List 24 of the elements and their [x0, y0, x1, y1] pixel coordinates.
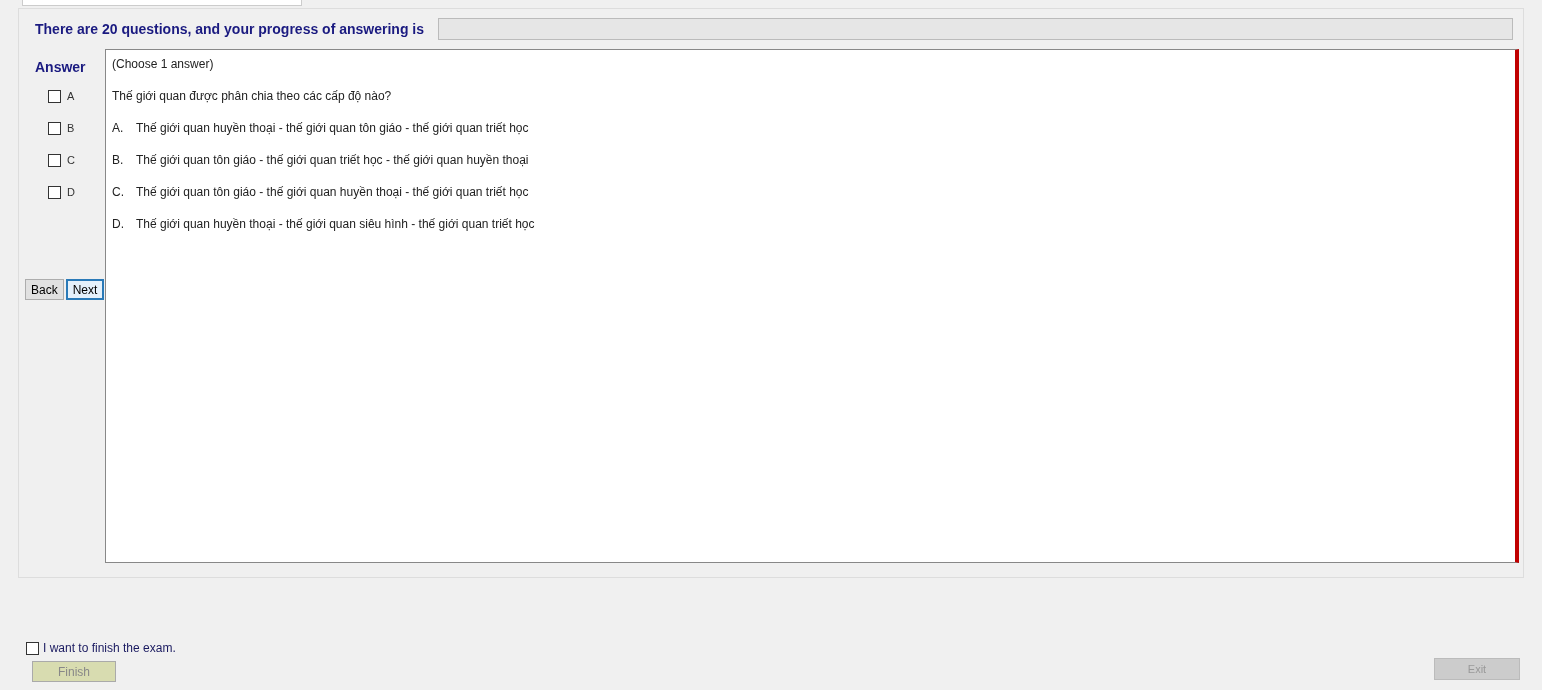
choice-letter: D. [112, 216, 125, 233]
finish-checkbox-label: I want to finish the exam. [43, 640, 176, 657]
choice-text: Thế giới quan huyền thoại - thế giới quan tôn giáo - thế giới quan triết học [136, 120, 529, 137]
next-button[interactable]: Next [65, 279, 105, 300]
checkbox[interactable] [48, 186, 61, 199]
checkbox[interactable] [26, 641, 39, 655]
instruction-text: (Choose 1 answer) [112, 56, 215, 73]
checkbox[interactable] [48, 90, 61, 103]
progress-label: There are 20 questions, and your progress of answering is [35, 19, 424, 39]
option-label: A [67, 89, 75, 105]
choice-text: Thế giới quan tôn giáo - thế giới quan triết học - thế giới quan huyền thoại [136, 152, 529, 169]
question-text: Thế giới quan được phân chia theo các cấp độ nào? [112, 88, 393, 105]
choice-text: Thế giới quan tôn giáo - thế giới quan huyền thoại - thế giới quan triết học [136, 184, 529, 201]
answer-heading: Answer [35, 58, 87, 77]
option-label: D [67, 185, 75, 201]
option-label: B [67, 121, 75, 137]
option-label: C [67, 153, 75, 169]
checkbox[interactable] [48, 122, 61, 135]
choice-text: Thế giới quan huyền thoại - thế giới quan siêu hình - thế giới quan triết học [136, 216, 535, 233]
choice-letter: A. [112, 120, 125, 137]
back-button[interactable]: Back [25, 279, 64, 300]
choice-letter: B. [112, 152, 125, 169]
choice-letter: C. [112, 184, 125, 201]
checkbox[interactable] [48, 154, 61, 167]
